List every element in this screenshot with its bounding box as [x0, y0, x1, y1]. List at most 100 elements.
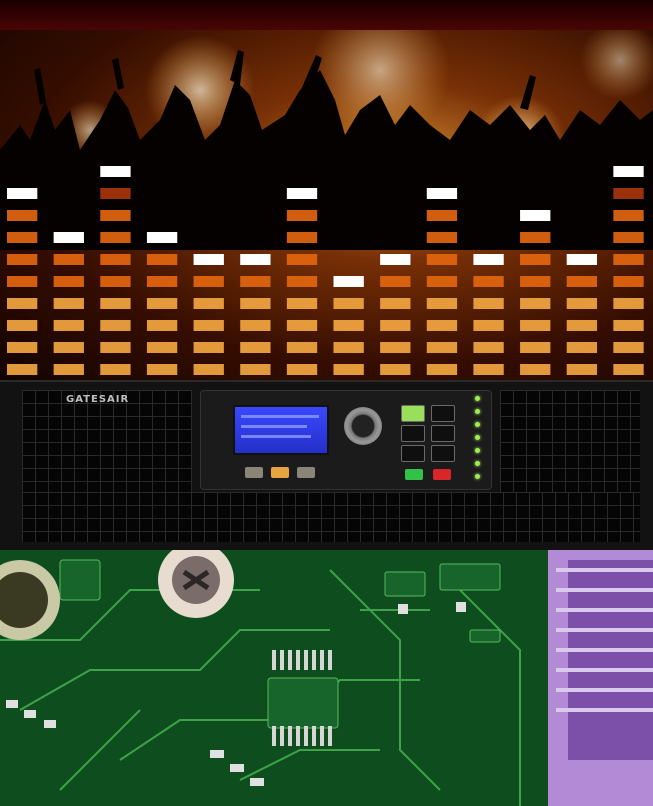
eq-segment — [6, 320, 38, 331]
status-led — [475, 461, 480, 466]
eq-segment — [240, 342, 271, 353]
chip-icon — [548, 550, 653, 806]
eq-segment — [193, 276, 224, 287]
eq-segment — [146, 298, 178, 309]
eq-segment — [6, 254, 38, 265]
eq-segment — [146, 254, 178, 265]
eq-segment — [100, 364, 131, 375]
eq-segment — [473, 298, 504, 309]
eq-segment — [100, 188, 131, 199]
pcb-traces — [0, 569, 521, 806]
eq-segment — [613, 364, 644, 375]
eq-segment — [146, 364, 178, 375]
eq-peak — [333, 276, 364, 287]
status-led — [475, 474, 480, 479]
concert-scene — [0, 30, 653, 380]
eq-segment — [566, 342, 598, 353]
eq-segment — [520, 232, 551, 243]
eq-segment — [426, 210, 458, 221]
circuit-board — [0, 550, 653, 806]
brand-logo: GATESAIR — [66, 394, 130, 405]
eq-segment — [240, 364, 271, 375]
eq-peak — [426, 188, 458, 199]
eq-segment — [193, 320, 224, 331]
eq-segment — [240, 276, 271, 287]
eq-peak — [286, 188, 318, 199]
soft-key — [271, 467, 289, 478]
eq-segment — [6, 276, 38, 287]
eq-segment — [520, 320, 551, 331]
panel-key — [431, 425, 455, 442]
eq-peak — [566, 254, 598, 265]
capacitor — [0, 560, 60, 640]
screw-icon — [158, 550, 234, 618]
top-strip — [0, 0, 653, 30]
eq-segment — [333, 298, 364, 309]
eq-peak — [473, 254, 504, 265]
eq-peak — [53, 232, 84, 243]
eq-segment — [286, 320, 318, 331]
eq-segment — [146, 320, 178, 331]
eq-segment — [146, 276, 178, 287]
eq-segment — [286, 254, 318, 265]
eq-segment — [520, 298, 551, 309]
eq-peak — [520, 210, 551, 221]
eq-segment — [53, 320, 84, 331]
eq-segment — [100, 210, 131, 221]
eq-segment — [193, 364, 224, 375]
eq-segment — [380, 320, 411, 331]
eq-segment — [426, 232, 458, 243]
status-led — [475, 435, 480, 440]
control-knob-icon — [344, 407, 382, 445]
eq-segment — [473, 320, 504, 331]
eq-segment — [566, 276, 598, 287]
eq-segment — [193, 298, 224, 309]
eq-segment — [473, 364, 504, 375]
eq-segment — [53, 342, 84, 353]
eq-segment — [6, 232, 38, 243]
eq-segment — [613, 276, 644, 287]
eq-segment — [473, 276, 504, 287]
eq-segment — [613, 342, 644, 353]
eq-segment — [286, 232, 318, 243]
eq-segment — [53, 254, 84, 265]
soft-key — [297, 467, 315, 478]
panel-key — [401, 405, 425, 422]
eq-segment — [100, 276, 131, 287]
eq-segment — [100, 320, 131, 331]
eq-segment — [520, 276, 551, 287]
status-led — [475, 409, 480, 414]
soft-key — [245, 467, 263, 478]
panel-key — [401, 425, 425, 442]
eq-peak — [613, 166, 644, 177]
eq-segment — [6, 342, 38, 353]
pcb-svg — [0, 550, 653, 806]
eq-segment — [193, 342, 224, 353]
eq-segment — [613, 232, 644, 243]
eq-segment — [613, 254, 644, 265]
status-led — [475, 422, 480, 427]
eq-segment — [520, 342, 551, 353]
eq-peak — [146, 232, 178, 243]
eq-peak — [380, 254, 411, 265]
lcd-line — [241, 425, 307, 428]
eq-segment — [380, 342, 411, 353]
eq-segment — [53, 364, 84, 375]
concert-svg — [0, 30, 653, 375]
eq-peak — [193, 254, 224, 265]
eq-segment — [6, 364, 38, 375]
green-button — [405, 469, 423, 480]
eq-segment — [566, 364, 598, 375]
eq-segment — [286, 210, 318, 221]
panel-key — [401, 445, 425, 462]
lcd-line — [241, 415, 319, 418]
eq-segment — [146, 342, 178, 353]
control-panel — [200, 390, 492, 490]
pcb-pads — [59, 559, 501, 729]
eq-segment — [100, 298, 131, 309]
panel-key — [431, 445, 455, 462]
eq-segment — [100, 342, 131, 353]
lcd-display — [233, 405, 329, 455]
eq-segment — [53, 276, 84, 287]
eq-segment — [520, 254, 551, 265]
